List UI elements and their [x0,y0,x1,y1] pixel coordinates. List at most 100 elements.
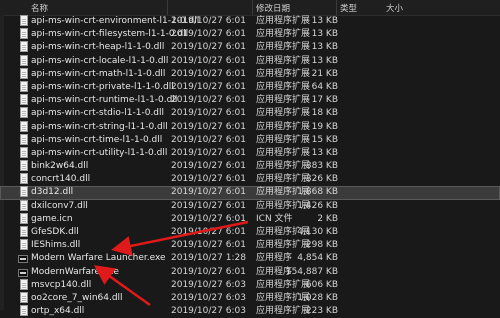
file-row[interactable]: api-ms-win-crt-runtime-l1-1-0.dll 2019/10… [0,94,500,107]
file-size: 383 KB [305,161,338,172]
file-date: 2019/10/27 6:01 [171,29,246,40]
file-row[interactable]: api-ms-win-crt-filesystem-l1-1-0.dll 2019… [0,28,500,41]
file-row[interactable]: ModernWarfare.exe 2019/10/27 6:01 应用程序 154,… [0,266,500,279]
file-row[interactable]: api-ms-win-crt-utility-l1-1-0.dll 2019/10… [0,146,500,160]
file-date: 2019/10/27 6:01 [171,266,246,277]
file-list: api-ms-win-crt-environment-l1-1-0.dll 201… [0,15,500,318]
file-type: 应用程序扩展 [256,29,311,40]
dll-file-icon [20,291,28,303]
file-row[interactable]: api-ms-win-crt-time-l1-1-0.dll 2019/10/27… [0,133,500,147]
file-size: 223 KB [305,306,338,317]
file-name: GfeSDK.dll [31,227,79,237]
file-row[interactable]: api-ms-win-crt-heap-l1-1-0.dll 2019/10/27… [0,41,500,54]
column-divider[interactable] [167,0,168,15]
column-header-size[interactable]: 大小 [386,2,403,14]
file-type: 应用程序扩展 [256,68,311,79]
file-name: concrt140.dll [31,174,91,185]
file-name: ModernWarfare.exe [31,266,119,277]
file-date: 2019/10/27 1:28 [171,253,246,264]
dll-file-icon [20,120,28,132]
file-row[interactable]: d3d12.dll 2019/10/27 6:01 应用程序扩展 1,868 KB [0,186,500,200]
app-exe-icon [18,268,28,277]
file-size: 1,028 KB [297,292,338,303]
file-row[interactable]: IEShims.dll 2019/10/27 6:01 应用程序扩展 298 KB [0,239,500,252]
file-size: 17 KB [311,95,338,106]
file-type: 应用程序扩展 [256,174,311,185]
file-row[interactable]: api-ms-win-crt-string-l1-1-0.dll 2019/10/… [0,120,500,134]
file-date: 2019/10/27 6:01 [171,240,246,251]
file-date: 2019/10/27 6:01 [171,200,246,211]
column-divider[interactable] [336,0,337,15]
dll-file-icon [20,278,28,290]
dll-file-icon [20,199,28,211]
dll-file-icon [20,305,28,317]
file-row[interactable]: bink2w64.dll 2019/10/27 6:01 应用程序扩展 383 KB [0,160,500,173]
file-size: 154,887 KB [285,266,338,277]
dll-file-icon [20,226,28,237]
file-type: 应用程序扩展 [256,240,311,251]
file-name: Modern Warfare Launcher.exe [31,253,166,264]
file-row[interactable]: api-ms-win-crt-stdio-l1-1-0.dll 2019/10/2… [0,107,500,120]
file-date: 2019/10/27 6:01 [171,227,246,237]
file-name: game.icn [31,213,73,224]
file-date: 2019/10/27 6:03 [171,292,246,303]
file-type: 应用程序扩展 [256,55,311,66]
dll-file-icon [20,133,28,145]
dll-file-icon [20,146,28,158]
file-name: api-ms-win-crt-time-l1-1-0.dll [31,134,163,145]
file-size: 64 KB [311,81,338,92]
file-row[interactable]: game.icn 2019/10/27 6:01 ICN 文件 2 KB [0,212,500,226]
file-row[interactable]: msvcp140.dll 2019/10/27 6:03 应用程序扩展 606 KB [0,278,500,292]
file-size: 326 KB [305,174,338,185]
file-row[interactable]: dxilconv7.dll 2019/10/27 6:01 应用程序扩展 1,426 … [0,199,500,213]
file-name: dxilconv7.dll [31,200,88,211]
file-row[interactable]: api-ms-win-crt-environment-l1-1-0.dll 201… [0,15,500,28]
column-divider[interactable] [252,0,253,15]
file-name: api-ms-win-crt-stdio-l1-1-0.dll [31,108,165,119]
file-row[interactable]: concrt140.dll 2019/10/27 6:01 应用程序扩展 326 KB [0,173,500,186]
file-row[interactable]: api-ms-win-crt-locale-l1-1-0.dll 2019/10/… [0,54,500,68]
file-row[interactable]: oo2core_7_win64.dll 2019/10/27 6:03 应用程序扩展… [0,291,500,305]
dll-file-icon [20,54,28,66]
dll-file-icon [20,15,28,26]
file-name: api-ms-win-crt-filesystem-l1-1-0.dll [31,29,189,40]
file-type: 应用程序扩展 [256,306,311,317]
file-row[interactable]: GfeSDK.dll 2019/10/27 6:01 应用程序扩展 4,130 KB [0,226,500,239]
dll-file-icon [20,160,28,172]
column-header-name[interactable]: 名称 [31,2,48,14]
file-date: 2019/10/27 6:01 [171,187,246,198]
file-name: api-ms-win-crt-heap-l1-1-0.dll [31,42,165,53]
file-row[interactable]: api-ms-win-crt-private-l1-1-0.dll 2019/10… [0,80,500,94]
file-date: 2019/10/27 6:01 [171,81,246,92]
file-size: 1,426 KB [297,200,338,211]
file-name: ortp_x64.dll [31,306,85,317]
column-header-type[interactable]: 类型 [340,2,357,14]
file-row[interactable]: Modern Warfare Launcher.exe 2019/10/27 1:… [0,252,500,265]
file-type: 应用程序扩展 [256,81,311,92]
column-header-bar: 名称 修改日期 类型 大小 [0,0,500,16]
file-type: 应用程序扩展 [256,279,311,290]
file-size: 13 KB [311,55,338,66]
file-name: api-ms-win-crt-private-l1-1-0.dll [31,81,174,92]
file-date: 2019/10/27 6:01 [171,174,246,185]
file-type: 应用程序扩展 [256,95,311,106]
file-size: 15 KB [311,134,338,145]
file-name: api-ms-win-crt-locale-l1-1-0.dll [31,55,169,66]
column-header-date[interactable]: 修改日期 [256,2,290,14]
file-size: 606 KB [305,279,338,290]
file-name: api-ms-win-crt-string-l1-1-0.dll [31,121,168,132]
file-type: 应用程序扩展 [256,161,311,172]
dll-file-icon [20,80,28,92]
file-name: api-ms-win-crt-runtime-l1-1-0.dll [31,95,178,106]
file-type: 应用程序扩展 [256,16,311,26]
dll-file-icon [20,186,28,198]
file-name: oo2core_7_win64.dll [31,292,123,303]
dll-file-icon [20,107,28,119]
dll-file-icon [20,173,28,185]
file-row[interactable]: api-ms-win-crt-math-l1-1-0.dll 2019/10/27… [0,67,500,81]
file-type: 应用程序 [256,253,293,264]
file-icon [20,212,28,224]
file-name: api-ms-win-crt-math-l1-1-0.dll [31,68,166,79]
file-row[interactable]: ortp_x64.dll 2019/10/27 6:03 应用程序扩展 223 KB [0,305,500,318]
file-name: bink2w64.dll [31,161,89,172]
